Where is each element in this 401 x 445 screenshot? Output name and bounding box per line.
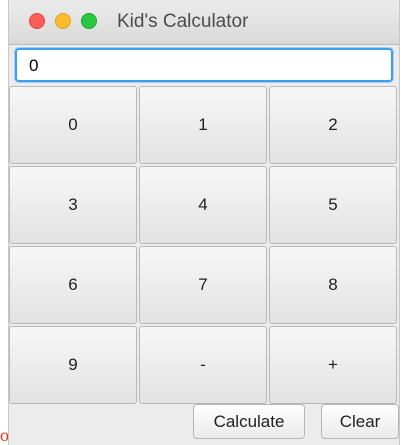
- calculate-button[interactable]: Calculate: [193, 404, 305, 439]
- key-0-button[interactable]: 0: [9, 86, 137, 164]
- calculator-window: Kid's Calculator 0 0 1 2 3 4 5 6 7 8 9 -…: [8, 0, 400, 445]
- title-bar: Kid's Calculator: [9, 0, 399, 45]
- key-minus-button[interactable]: -: [139, 326, 267, 404]
- key-6-button[interactable]: 6: [9, 246, 137, 324]
- key-8-button[interactable]: 8: [269, 246, 397, 324]
- key-9-button[interactable]: 9: [9, 326, 137, 404]
- key-7-button[interactable]: 7: [139, 246, 267, 324]
- key-plus-button[interactable]: +: [269, 326, 397, 404]
- display-field[interactable]: 0: [15, 48, 393, 82]
- maximize-window-button[interactable]: [81, 13, 97, 29]
- keypad: 0 1 2 3 4 5 6 7 8 9 - +: [9, 86, 399, 404]
- minimize-window-button[interactable]: [55, 13, 71, 29]
- action-bar: Calculate Clear: [9, 404, 399, 445]
- key-3-button[interactable]: 3: [9, 166, 137, 244]
- window-title: Kid's Calculator: [117, 11, 249, 32]
- close-window-button[interactable]: [29, 13, 45, 29]
- key-5-button[interactable]: 5: [269, 166, 397, 244]
- key-4-button[interactable]: 4: [139, 166, 267, 244]
- clear-button[interactable]: Clear: [321, 404, 399, 439]
- key-1-button[interactable]: 1: [139, 86, 267, 164]
- key-2-button[interactable]: 2: [269, 86, 397, 164]
